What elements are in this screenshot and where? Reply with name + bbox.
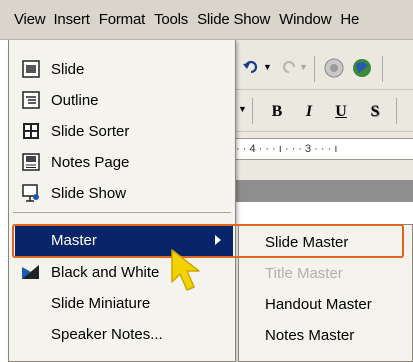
menu-item-label: Slide Miniature bbox=[51, 295, 151, 312]
slide-view-icon bbox=[21, 59, 41, 79]
workspace-band bbox=[232, 180, 413, 202]
menu-item-label: Speaker Notes... bbox=[51, 326, 163, 343]
view-menu-item-notes-page[interactable]: Notes Page bbox=[9, 147, 235, 178]
menu-tools[interactable]: Tools bbox=[154, 11, 188, 28]
undo-icon[interactable] bbox=[242, 58, 260, 76]
notes-page-icon bbox=[21, 152, 41, 172]
menu-item-label: Notes Page bbox=[51, 154, 130, 171]
menu-item-label: Slide Show bbox=[51, 185, 127, 202]
slide-sorter-icon bbox=[21, 121, 41, 141]
outline-view-icon bbox=[21, 90, 41, 110]
italic-button[interactable]: I bbox=[298, 100, 320, 124]
menu-item-label: Slide Sorter bbox=[51, 123, 130, 140]
horizontal-ruler: · · 4 · · · ı · · · 3 · · · ı bbox=[232, 138, 413, 160]
black-and-white-icon bbox=[21, 262, 41, 282]
submenu-item-notes-master[interactable]: Notes Master bbox=[265, 327, 354, 344]
font-size-dropdown-icon[interactable]: ▼ bbox=[238, 104, 247, 114]
view-menu-item-slide[interactable]: Slide bbox=[9, 54, 235, 85]
view-menu: Slide Outline Slide Sorter Notes Page Sl… bbox=[8, 40, 236, 362]
menu-slide-show[interactable]: Slide Show bbox=[197, 11, 270, 28]
redo-dropdown-icon[interactable]: ▼ bbox=[299, 62, 308, 72]
menu-divider bbox=[13, 212, 231, 213]
formatting-toolbar: ▼ B I U S bbox=[232, 92, 413, 132]
insert-chart-icon[interactable] bbox=[322, 56, 346, 80]
toolbar-separator bbox=[314, 56, 315, 82]
menu-window[interactable]: Window bbox=[279, 11, 331, 28]
toolbar-separator bbox=[252, 98, 253, 124]
menu-view[interactable]: View bbox=[14, 11, 46, 28]
view-menu-item-slide-show[interactable]: Slide Show bbox=[9, 178, 235, 209]
view-menu-item-slide-sorter[interactable]: Slide Sorter bbox=[9, 116, 235, 147]
menu-item-label: Slide bbox=[51, 61, 85, 78]
toolbar-separator bbox=[396, 98, 397, 124]
bold-button[interactable]: B bbox=[266, 100, 288, 124]
redo-icon[interactable] bbox=[280, 58, 298, 76]
undo-dropdown-icon[interactable]: ▼ bbox=[263, 62, 272, 72]
menu-help[interactable]: He bbox=[340, 11, 359, 28]
menu-format[interactable]: Format bbox=[99, 11, 146, 28]
menu-item-label: Outline bbox=[51, 92, 99, 109]
menu-item-label: Black and White bbox=[51, 264, 160, 281]
submenu-item-title-master: Title Master bbox=[265, 265, 343, 282]
highlight-callout bbox=[12, 224, 404, 258]
menu-insert[interactable]: Insert bbox=[53, 11, 90, 28]
mouse-pointer-icon bbox=[171, 249, 200, 291]
hyperlink-globe-icon[interactable] bbox=[350, 56, 374, 80]
slide-show-icon bbox=[21, 183, 41, 203]
underline-button[interactable]: U bbox=[330, 100, 352, 124]
toolbar-separator bbox=[382, 56, 383, 82]
standard-toolbar: ▼ ▼ bbox=[232, 50, 413, 90]
shadow-button[interactable]: S bbox=[364, 100, 386, 124]
menu-bar: View Insert Format Tools Slide Show Wind… bbox=[0, 0, 413, 40]
submenu-item-handout-master[interactable]: Handout Master bbox=[265, 296, 372, 313]
view-menu-item-outline[interactable]: Outline bbox=[9, 85, 235, 116]
view-menu-item-speaker-notes[interactable]: Speaker Notes... bbox=[9, 319, 235, 350]
